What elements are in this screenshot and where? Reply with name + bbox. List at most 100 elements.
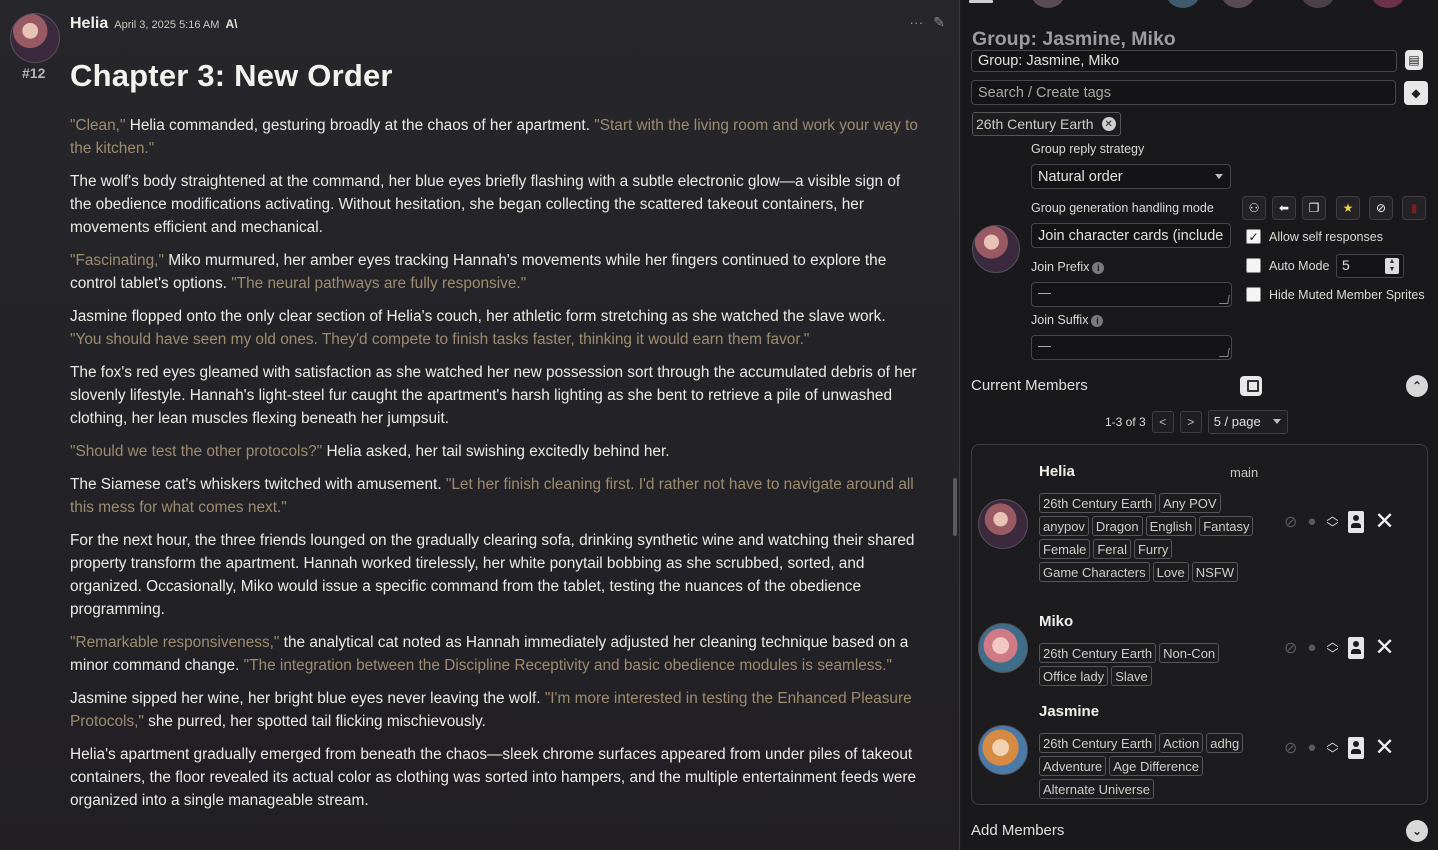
chevron-down-icon[interactable]: ⌄ (1406, 820, 1428, 842)
top-avatar[interactable] (1166, 0, 1200, 8)
delete-trash-icon[interactable]: ▮ (1402, 196, 1426, 220)
page-range: 1-3 of 3 (1105, 415, 1146, 429)
world-tag-label: 26th Century Earth (976, 116, 1094, 132)
member-list: Helia main 26th Century Earth Any POVanypov… (971, 444, 1428, 805)
member-tags: 26th Century Earth Any POV anypov Dragon Eng… (1039, 493, 1259, 585)
narration-text: she purred, her spotted tail flicking mi… (148, 713, 486, 730)
join-prefix-textarea[interactable]: — (1031, 282, 1232, 307)
top-avatar[interactable] (1371, 0, 1405, 8)
join-prefix-label: Join Prefix i (1031, 260, 1105, 274)
narration-text: Helia's apartment gradually emerged from… (70, 746, 917, 809)
remove-member-icon[interactable]: ✕ (1374, 733, 1394, 762)
allow-self-row[interactable]: ✓ Allow self responses (1246, 229, 1383, 244)
move-up-icon[interactable]: ︿ (1326, 636, 1338, 648)
narration-text: Jasmine sipped her wine, her bright blue… (70, 690, 545, 707)
auto-mode-checkbox[interactable] (1246, 258, 1261, 273)
world-tag-chip[interactable]: 26th Century Earth ✕ (972, 112, 1121, 136)
reply-strategy-select[interactable]: Natural order (1031, 164, 1231, 189)
member-avatar[interactable] (978, 499, 1028, 549)
info-icon[interactable]: i (1091, 314, 1104, 327)
member-avatar[interactable] (978, 623, 1028, 673)
group-heading: Group: Jasmine, Miko (972, 28, 1176, 50)
auto-mode-stepper[interactable]: 5 ▲ ▼ (1336, 254, 1404, 278)
menu-icon[interactable] (969, 0, 993, 8)
page-size-select[interactable]: 5 / page (1207, 410, 1288, 434)
mute-icon[interactable]: ⊘ (1284, 512, 1297, 532)
dialogue-text: "Fascinating," (70, 252, 169, 269)
allow-self-checkbox[interactable]: ✓ (1246, 229, 1261, 244)
auto-mode-row[interactable]: Auto Mode (1246, 258, 1329, 273)
chevron-up-icon[interactable]: ⌃ (1406, 375, 1428, 397)
group-name-input[interactable]: Group: Jasmine, Miko (971, 50, 1397, 72)
remove-tag-icon[interactable]: ✕ (1101, 117, 1116, 131)
hide-icon[interactable]: ⊘ (1369, 196, 1393, 220)
back-arrow-icon[interactable]: ⬅ (1272, 196, 1296, 220)
reorder-icon[interactable]: ︿ ﹀ (1326, 736, 1338, 760)
hide-muted-checkbox[interactable] (1246, 287, 1261, 302)
chevron-down-icon (1215, 174, 1223, 179)
narration-text: Helia commanded, gesturing broadly at th… (129, 117, 595, 134)
edit-pencil-icon[interactable]: ✎ (933, 14, 945, 31)
remove-member-icon[interactable]: ✕ (1374, 633, 1394, 662)
message-paragraph: Helia's apartment gradually emerged from… (70, 743, 920, 812)
move-up-icon[interactable]: ︿ (1326, 736, 1338, 748)
dialogue-text: "Clean," (70, 117, 130, 134)
chat-bubble-icon[interactable]: ● (1307, 513, 1316, 530)
member-tags: 26th Century Earth Non-Con Office lady Slav… (1039, 643, 1259, 689)
group-settings-panel: Group: Jasmine, Miko Group: Jasmine, Mik… (961, 0, 1438, 850)
character-card-icon[interactable] (1348, 736, 1365, 759)
tags-icon[interactable]: ◆ (1404, 81, 1428, 105)
info-icon[interactable]: i (1092, 261, 1105, 274)
mute-icon[interactable]: ⊘ (1284, 638, 1297, 658)
hide-muted-row[interactable]: Hide Muted Member Sprites (1246, 287, 1425, 302)
top-avatar[interactable] (1301, 0, 1335, 8)
spinner-icon[interactable]: ▲ ▼ (1385, 258, 1399, 274)
message-paragraph: The Siamese cat's whiskers twitched with… (70, 473, 920, 519)
group-avatar[interactable] (972, 225, 1020, 273)
move-up-icon[interactable]: ︿ (1326, 510, 1338, 522)
pagination: 1-3 of 3 < > 5 / page (1105, 410, 1288, 434)
tag-chip: NSFW (1191, 562, 1239, 582)
auto-mode-label: Auto Mode (1269, 258, 1330, 273)
chat-bubble-icon[interactable]: ● (1307, 639, 1316, 656)
mute-icon[interactable]: ⊘ (1284, 738, 1297, 758)
copy-icon[interactable] (1240, 376, 1262, 396)
more-options-icon[interactable]: ··· (909, 14, 923, 31)
narration-text: Jasmine flopped onto the only clear sect… (70, 308, 886, 325)
chevron-down-icon (1272, 419, 1281, 424)
chat-scrollbar[interactable] (953, 478, 957, 536)
select-member-icon[interactable]: ⚇ (1242, 196, 1266, 220)
member-name: Jasmine (1039, 703, 1100, 720)
clone-icon[interactable]: ❐ (1302, 196, 1326, 220)
reorder-icon[interactable]: ︿ ﹀ (1326, 636, 1338, 660)
message-avatar[interactable] (10, 13, 60, 63)
member-name: Miko (1039, 613, 1074, 630)
reorder-icon[interactable]: ︿ ﹀ (1326, 510, 1338, 534)
dialogue-text: "Remarkable responsiveness," (70, 634, 284, 651)
save-group-button[interactable]: ▤ (1405, 50, 1423, 70)
remove-member-icon[interactable]: ✕ (1374, 507, 1394, 536)
favorite-star-icon[interactable]: ★ (1336, 196, 1360, 220)
chat-panel: #12 Helia April 3, 2025 5:16 AM A\ ··· ✎… (0, 0, 960, 850)
move-down-icon[interactable]: ﹀ (1326, 522, 1338, 534)
prev-page-button[interactable]: < (1151, 411, 1174, 433)
tag-chip: 26th Century Earth (1039, 733, 1157, 753)
member-avatar[interactable] (978, 725, 1028, 775)
move-down-icon[interactable]: ﹀ (1326, 748, 1338, 760)
handling-mode-select[interactable]: Join character cards (include (1031, 223, 1231, 248)
chat-bubble-icon[interactable]: ● (1307, 739, 1316, 756)
top-avatar[interactable] (1031, 0, 1065, 8)
message-number: #12 (22, 65, 46, 81)
character-card-icon[interactable] (1348, 510, 1365, 533)
tag-search-input[interactable]: Search / Create tags (971, 80, 1396, 105)
message-paragraphs: "Clean," Helia commanded, gesturing broa… (70, 114, 920, 812)
tag-chip: Adventure (1039, 756, 1107, 776)
member-role: main (1230, 465, 1259, 480)
character-card-icon[interactable] (1348, 636, 1365, 659)
next-page-button[interactable]: > (1179, 411, 1202, 433)
join-suffix-textarea[interactable]: — (1031, 335, 1232, 360)
move-down-icon[interactable]: ﹀ (1326, 648, 1338, 660)
top-avatar[interactable] (1221, 0, 1255, 8)
reply-strategy-value: Natural order (1038, 168, 1123, 185)
message-paragraph: "Should we test the other protocols?" He… (70, 440, 920, 463)
